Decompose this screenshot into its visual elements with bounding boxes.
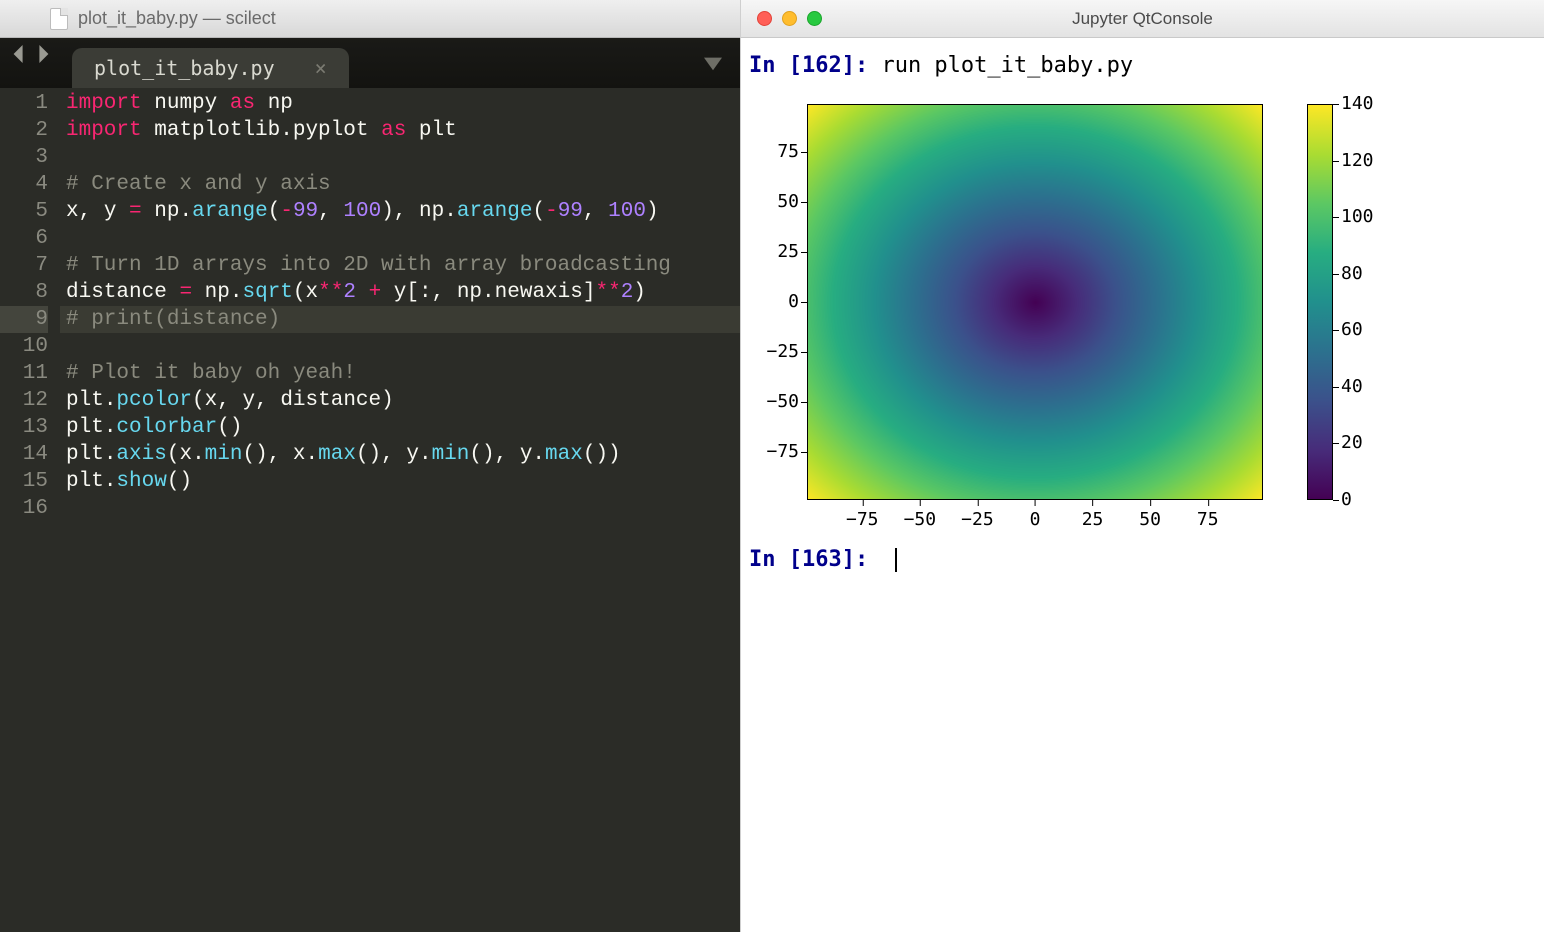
prompt-row-2: In [163]: — [749, 546, 1536, 574]
code-content[interactable]: import numpy as npimport matplotlib.pypl… — [60, 90, 740, 932]
console-window: Jupyter QtConsole In [162]: run plot_it_… — [740, 0, 1544, 932]
plot-heatmap — [807, 104, 1263, 500]
tab-label: plot_it_baby.py — [94, 56, 275, 80]
nav-forward-icon[interactable] — [34, 45, 52, 68]
prompt-label: In [162]: — [749, 53, 881, 78]
console-titlebar: Jupyter QtConsole — [741, 0, 1544, 38]
prompt-command: run plot_it_baby.py — [881, 53, 1133, 78]
plot-output: −75−50−250255075 −75−50−250255075 020406… — [749, 104, 1536, 528]
document-icon — [50, 8, 68, 30]
nav-arrows — [10, 38, 72, 88]
nav-back-icon[interactable] — [10, 45, 28, 68]
console-title-text: Jupyter QtConsole — [741, 9, 1544, 29]
editor-window: plot_it_baby.py — scilect plot_it_baby.p… — [0, 0, 740, 932]
editor-titlebar: plot_it_baby.py — scilect — [0, 0, 740, 38]
editor-title-text: plot_it_baby.py — scilect — [78, 8, 276, 29]
cursor — [895, 548, 897, 572]
line-number-gutter: 12345678910111213141516 — [0, 90, 60, 932]
close-icon[interactable]: × — [315, 56, 327, 80]
editor-tabstrip: plot_it_baby.py × — [0, 38, 740, 88]
prompt-label: In [163]: — [749, 547, 881, 572]
plot-y-axis: −75−50−250255075 — [755, 104, 807, 500]
colorbar — [1307, 104, 1333, 500]
tab-dropdown-icon[interactable] — [704, 54, 722, 77]
colorbar-wrap: 020406080100120140 — [1307, 104, 1393, 500]
plot-image-wrap: −75−50−250255075 — [807, 104, 1263, 528]
prompt-row-1: In [162]: run plot_it_baby.py — [749, 52, 1536, 80]
colorbar-ticks: 020406080100120140 — [1333, 104, 1393, 500]
code-area[interactable]: 12345678910111213141516 import numpy as … — [0, 88, 740, 932]
console-body[interactable]: In [162]: run plot_it_baby.py −75−50−250… — [741, 38, 1544, 932]
editor-tab[interactable]: plot_it_baby.py × — [72, 48, 349, 88]
plot-x-axis: −75−50−250255075 — [807, 500, 1263, 528]
